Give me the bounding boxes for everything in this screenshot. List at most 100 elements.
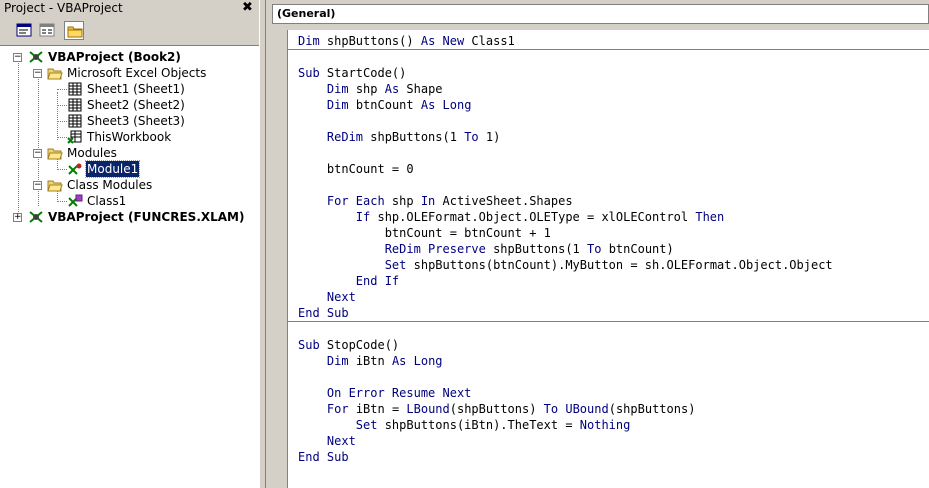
- open-folder-icon: [47, 68, 63, 80]
- code-line[interactable]: For Each shp In ActiveSheet.Shapes: [298, 193, 573, 209]
- code-line[interactable]: ReDim shpButtons(1 To 1): [298, 129, 500, 145]
- code-line[interactable]: ReDim Preserve shpButtons(1 To btnCount): [298, 241, 674, 257]
- code-line[interactable]: End Sub: [298, 449, 349, 465]
- code-keyword: Dim: [326, 98, 349, 112]
- open-folder-icon: [47, 180, 63, 192]
- code-text: iBtn: [348, 354, 392, 368]
- tree-item-label: VBAProject (FUNCRES.XLAM): [48, 210, 245, 224]
- code-line[interactable]: Dim shpButtons() As New Class1: [298, 33, 515, 49]
- code-keyword: ReDim Preserve: [384, 242, 486, 256]
- code-keyword: To: [587, 242, 602, 256]
- tree-item-thisworkbook[interactable]: ThisWorkbook: [0, 129, 259, 145]
- code-keyword: As Long: [420, 98, 472, 112]
- code-keyword: Sub: [298, 338, 320, 352]
- pane-splitter[interactable]: [259, 0, 266, 488]
- code-keyword: If: [355, 210, 371, 224]
- tree-item-vbaproject-book2[interactable]: − VBAProject (Book2): [0, 49, 259, 65]
- code-keyword: End Sub: [298, 306, 349, 320]
- view-object-button[interactable]: [37, 21, 57, 40]
- code-text: shpButtons(): [319, 34, 421, 48]
- code-keyword: To: [464, 130, 479, 144]
- code-line[interactable]: btnCount = btnCount + 1: [298, 225, 551, 241]
- code-text: Shape: [399, 82, 443, 96]
- tree-item-sheet2[interactable]: Sheet2 (Sheet2): [0, 97, 259, 113]
- collapse-icon[interactable]: −: [33, 149, 42, 158]
- code-line[interactable]: Next: [298, 433, 356, 449]
- code-text: btnCount = 0: [298, 162, 414, 176]
- object-dropdown[interactable]: (General): [272, 4, 929, 24]
- tree-item-label: VBAProject (Book2): [48, 50, 181, 64]
- procedure-separator: [288, 321, 929, 322]
- project-explorer-title: Project - VBAProject: [4, 1, 123, 15]
- tree-item-vbaproject-funcres[interactable]: + VBAProject (FUNCRES.XLAM): [0, 209, 259, 225]
- code-text: shpButtons(iBtn).TheText =: [377, 418, 580, 432]
- project-explorer-toolbar: [0, 17, 259, 56]
- code-text: Class1: [464, 34, 515, 48]
- code-line[interactable]: Set shpButtons(iBtn).TheText = Nothing: [298, 417, 631, 433]
- code-line[interactable]: If shp.OLEFormat.Object.OLEType = xlOLEC…: [298, 209, 724, 225]
- code-line[interactable]: Sub StopCode(): [298, 337, 399, 353]
- code-line[interactable]: Dim shp As Shape: [298, 81, 443, 97]
- collapse-icon[interactable]: −: [33, 69, 42, 78]
- worksheet-icon: [68, 82, 82, 96]
- tree-item-label: Class Modules: [67, 178, 153, 192]
- code-editor[interactable]: Dim shpButtons() As New Class1 Sub StartC…: [288, 30, 929, 488]
- code-line[interactable]: Sub StartCode(): [298, 65, 406, 81]
- code-line[interactable]: btnCount = 0: [298, 161, 414, 177]
- code-line[interactable]: Dim btnCount As Long: [298, 97, 472, 113]
- tree-item-label: ThisWorkbook: [87, 130, 172, 144]
- code-text: btnCount = btnCount + 1: [298, 226, 551, 240]
- code-keyword: Next: [326, 434, 356, 448]
- code-line[interactable]: For iBtn = LBound(shpButtons) To UBound(…: [298, 401, 696, 417]
- code-text: StartCode(): [319, 66, 407, 80]
- tree-item-module1[interactable]: Module1: [0, 160, 259, 178]
- tree-item-label: Module1: [84, 160, 141, 178]
- code-line[interactable]: Next: [298, 289, 356, 305]
- code-text: shp: [384, 194, 421, 208]
- expand-icon[interactable]: +: [13, 213, 22, 222]
- tree-item-microsoft-excel-objects[interactable]: − Microsoft Excel Objects: [0, 65, 259, 81]
- code-keyword: Nothing: [579, 418, 631, 432]
- worksheet-icon: [68, 98, 82, 112]
- code-text: btnCount): [601, 242, 674, 256]
- project-explorer: Project - VBAProject ✖ − VBAProject (Boo…: [0, 0, 259, 488]
- margin-indicator-bar[interactable]: [267, 30, 288, 488]
- code-line[interactable]: Dim iBtn As Long: [298, 353, 443, 369]
- code-line[interactable]: Set shpButtons(btnCount).MyButton = sh.O…: [298, 257, 833, 273]
- tree-item-class1[interactable]: Class1: [0, 193, 259, 209]
- tree-item-modules[interactable]: − Modules: [0, 145, 259, 161]
- code-text: (shpButtons): [608, 402, 696, 416]
- tree-item-class-modules[interactable]: − Class Modules: [0, 177, 259, 193]
- code-keyword: LBound: [406, 402, 450, 416]
- code-text: StopCode(): [319, 338, 400, 352]
- view-code-button[interactable]: [14, 21, 34, 40]
- tree-item-label: Sheet2 (Sheet2): [87, 98, 185, 112]
- close-icon[interactable]: ✖: [241, 1, 254, 14]
- code-text: (shpButtons): [449, 402, 544, 416]
- code-keyword: As New: [420, 34, 465, 48]
- vba-project-icon: [29, 211, 43, 223]
- code-text: shpButtons(1: [485, 242, 588, 256]
- collapse-icon[interactable]: −: [13, 53, 22, 62]
- collapse-icon[interactable]: −: [33, 181, 42, 190]
- procedure-separator: [288, 49, 929, 50]
- code-text: shpButtons(btnCount).MyButton = sh.OLEFo…: [406, 258, 833, 272]
- tree-item-sheet1[interactable]: Sheet1 (Sheet1): [0, 81, 259, 97]
- project-explorer-titlebar: Project - VBAProject ✖: [0, 0, 259, 17]
- code-line[interactable]: End Sub: [298, 305, 349, 321]
- code-line[interactable]: On Error Resume Next: [298, 385, 472, 401]
- tree-item-sheet3[interactable]: Sheet3 (Sheet3): [0, 113, 259, 129]
- code-text: shp.OLEFormat.Object.OLEType = xlOLECont…: [370, 210, 696, 224]
- toggle-folders-button[interactable]: [64, 21, 84, 40]
- code-line[interactable]: End If: [298, 273, 399, 289]
